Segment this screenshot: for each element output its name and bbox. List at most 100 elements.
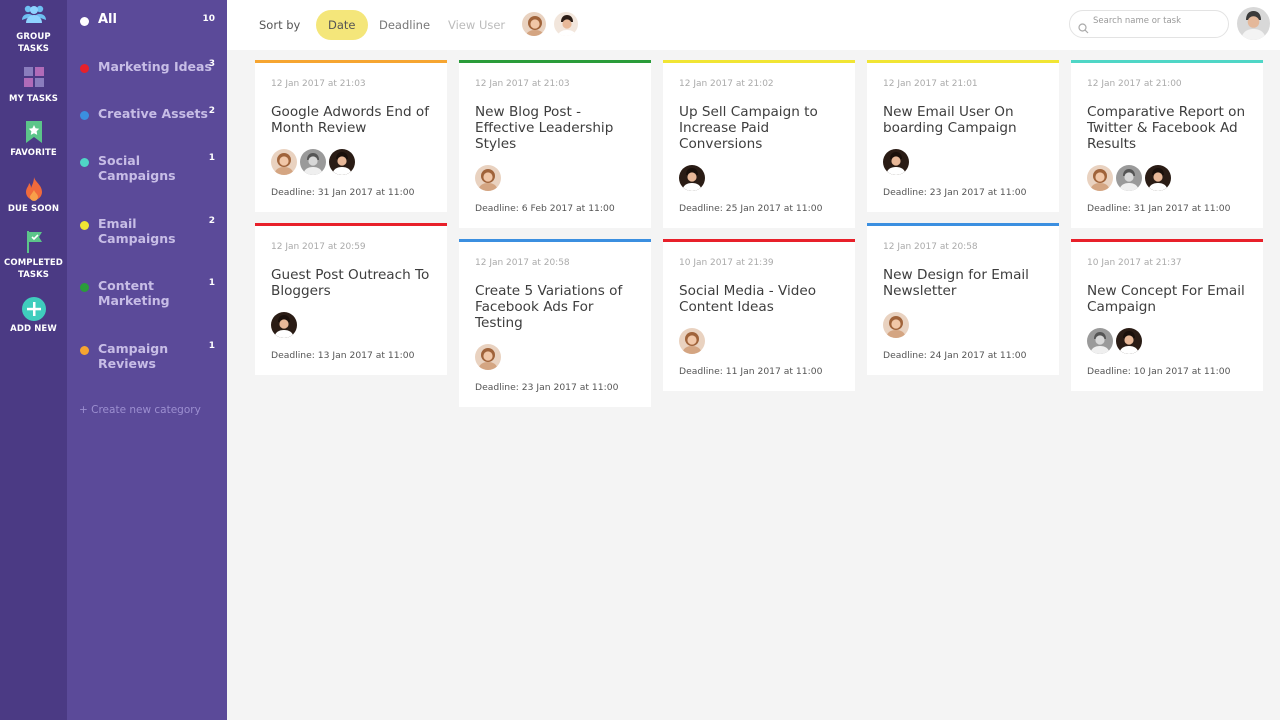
card-members: [271, 149, 431, 175]
rail-label: MY TASKS: [9, 94, 58, 104]
category-count: 1: [208, 153, 215, 163]
user-filter-avatar[interactable]: [521, 11, 547, 37]
member-avatar[interactable]: [300, 149, 326, 175]
member-avatar[interactable]: [271, 312, 297, 338]
user-filter-avatar[interactable]: [553, 11, 579, 37]
board-column: 12 Jan 2017 at 21:03 New Blog Post - Effe…: [459, 60, 651, 418]
card-deadline: Deadline: 23 Jan 2017 at 11:00: [475, 382, 619, 393]
category-name: Social Campaigns: [98, 153, 176, 183]
task-card[interactable]: 12 Jan 2017 at 21:00 Comparative Report o…: [1071, 60, 1263, 228]
category-count: 2: [208, 106, 215, 116]
rail-label: ADD NEW: [10, 324, 57, 334]
card-members: [679, 165, 839, 191]
card-title: Guest Post Outreach To Bloggers: [271, 267, 430, 299]
task-card[interactable]: 12 Jan 2017 at 21:02 Up Sell Campaign to …: [663, 60, 855, 228]
category-count: 1: [208, 278, 215, 288]
category-dot: [80, 346, 89, 355]
flame-icon: [0, 176, 67, 201]
card-deadline: Deadline: 13 Jan 2017 at 11:00: [271, 350, 415, 361]
card-title: New Design for Email Newsletter: [883, 267, 1029, 299]
category-name: Content Marketing: [98, 278, 170, 308]
member-avatar[interactable]: [883, 312, 909, 338]
category-dot: [80, 17, 89, 26]
card-members: [883, 312, 1043, 338]
card-title: New Blog Post - Effective Leadership Sty…: [475, 104, 614, 152]
create-category-link[interactable]: + Create new category: [79, 404, 201, 416]
card-date: 12 Jan 2017 at 21:00: [1087, 79, 1182, 89]
card-date: 12 Jan 2017 at 21:03: [271, 79, 366, 89]
task-card[interactable]: 12 Jan 2017 at 21:01 New Email User On bo…: [867, 60, 1059, 212]
task-card[interactable]: 10 Jan 2017 at 21:37 New Concept For Emai…: [1071, 239, 1263, 391]
card-members: [883, 149, 1043, 175]
task-card[interactable]: 12 Jan 2017 at 20:58 New Design for Email…: [867, 223, 1059, 375]
task-card[interactable]: 10 Jan 2017 at 21:39 Social Media - Video…: [663, 239, 855, 391]
card-date: 12 Jan 2017 at 21:01: [883, 79, 978, 89]
task-card[interactable]: 12 Jan 2017 at 21:03 New Blog Post - Effe…: [459, 60, 651, 228]
card-date: 12 Jan 2017 at 20:58: [883, 242, 978, 252]
card-members: [475, 344, 635, 370]
card-members: [475, 165, 635, 191]
rail-group-tasks[interactable]: GROUP TASKS: [0, 4, 67, 55]
account-avatar[interactable]: [1237, 7, 1270, 40]
plus-circle-icon: [0, 296, 67, 321]
card-members: [679, 328, 839, 354]
card-members: [1087, 328, 1247, 354]
member-avatar[interactable]: [679, 165, 705, 191]
card-date: 12 Jan 2017 at 20:58: [475, 258, 570, 268]
rail-label: GROUP: [16, 32, 51, 42]
member-avatar[interactable]: [1145, 165, 1171, 191]
bookmark-icon: [0, 120, 67, 144]
rail-favorite[interactable]: FAVORITE: [0, 120, 67, 159]
board-column: 12 Jan 2017 at 21:02 Up Sell Campaign to …: [663, 60, 855, 402]
card-title: Social Media - Video Content Ideas: [679, 283, 817, 315]
group-icon: [0, 4, 67, 28]
member-avatar[interactable]: [1116, 328, 1142, 354]
member-avatar[interactable]: [1116, 165, 1142, 191]
category-count: 10: [202, 14, 215, 24]
category-dot: [80, 111, 89, 120]
grid-icon: [0, 66, 67, 90]
sort-deadline-button[interactable]: Deadline: [367, 10, 442, 40]
member-avatar[interactable]: [475, 344, 501, 370]
rail-add-new[interactable]: ADD NEW: [0, 296, 67, 335]
sort-label: Sort by: [259, 18, 301, 32]
rail-completed-tasks[interactable]: COMPLETED TASKS: [0, 230, 67, 281]
category-count: 3: [208, 59, 215, 69]
card-deadline: Deadline: 23 Jan 2017 at 11:00: [883, 187, 1027, 198]
member-avatar[interactable]: [1087, 328, 1113, 354]
rail-label: FAVORITE: [10, 148, 57, 158]
task-card[interactable]: 12 Jan 2017 at 20:59 Guest Post Outreach …: [255, 223, 447, 375]
search-box[interactable]: [1069, 10, 1229, 38]
search-input[interactable]: [1093, 16, 1223, 26]
rail-label: COMPLETED: [4, 258, 63, 268]
card-deadline: Deadline: 31 Jan 2017 at 11:00: [1087, 203, 1231, 214]
member-avatar[interactable]: [883, 149, 909, 175]
member-avatar[interactable]: [271, 149, 297, 175]
task-card[interactable]: 12 Jan 2017 at 20:58 Create 5 Variations …: [459, 239, 651, 407]
rail-my-tasks[interactable]: MY TASKS: [0, 66, 67, 105]
card-title: Create 5 Variations of Facebook Ads For …: [475, 283, 623, 331]
member-avatar[interactable]: [329, 149, 355, 175]
category-dot: [80, 158, 89, 167]
member-avatar[interactable]: [475, 165, 501, 191]
card-deadline: Deadline: 6 Feb 2017 at 11:00: [475, 203, 615, 214]
card-date: 12 Jan 2017 at 21:03: [475, 79, 570, 89]
category-name: Campaign Reviews: [98, 341, 169, 371]
sort-date-button[interactable]: Date: [316, 10, 368, 40]
category-count: 1: [208, 341, 215, 351]
card-date: 12 Jan 2017 at 21:02: [679, 79, 774, 89]
board-column: 12 Jan 2017 at 21:03 Google Adwords End o…: [255, 60, 447, 386]
category-dot: [80, 221, 89, 230]
card-date: 10 Jan 2017 at 21:39: [679, 258, 774, 268]
view-user-button[interactable]: View User: [436, 10, 517, 40]
task-card[interactable]: 12 Jan 2017 at 21:03 Google Adwords End o…: [255, 60, 447, 212]
card-title: Google Adwords End of Month Review: [271, 104, 430, 136]
board-column: 12 Jan 2017 at 21:01 New Email User On bo…: [867, 60, 1059, 386]
member-avatar[interactable]: [679, 328, 705, 354]
rail-label: TASKS: [17, 44, 50, 54]
member-avatar[interactable]: [1087, 165, 1113, 191]
rail-due-soon[interactable]: DUE SOON: [0, 176, 67, 215]
rail-label: DUE SOON: [7, 204, 60, 214]
card-deadline: Deadline: 11 Jan 2017 at 11:00: [679, 366, 823, 377]
card-title: Comparative Report on Twitter & Facebook…: [1087, 104, 1246, 152]
